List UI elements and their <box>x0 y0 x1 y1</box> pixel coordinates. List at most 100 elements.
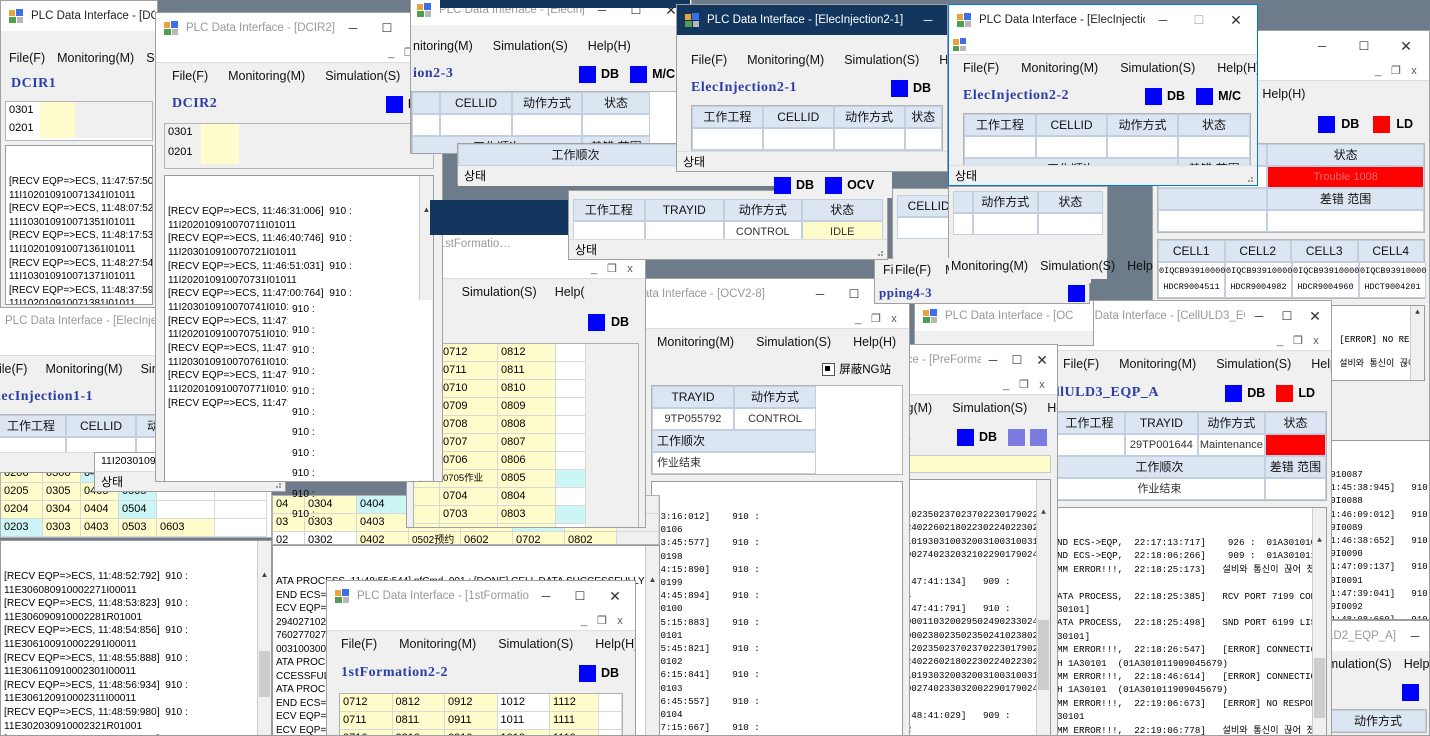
menu-item-monitoring[interactable]: Monitoring(M) <box>57 51 134 65</box>
menu-item-help[interactable]: Help(H) <box>595 637 635 651</box>
cell-empty[interactable] <box>617 532 659 544</box>
mdi-close[interactable]: x <box>1405 65 1423 77</box>
scroll-up-icon[interactable]: ▲ <box>1313 534 1326 547</box>
menu-item-file[interactable]: File(F) <box>172 69 208 83</box>
cell[interactable]: 0811 <box>392 712 445 730</box>
cell[interactable]: 0302 <box>43 537 81 538</box>
menu-item-help[interactable]: Help(H) <box>588 39 631 53</box>
cell-empty[interactable] <box>556 524 586 527</box>
window-controls[interactable]: ─ ☐ ✕ <box>1245 302 1329 330</box>
mdi-minimize[interactable]: _ <box>1369 65 1387 77</box>
cell[interactable]: 0204 <box>1 501 43 519</box>
menu-item-monitoring[interactable]: Monitoring(M) <box>399 637 476 651</box>
menu-item-file[interactable]: File(F) <box>9 51 45 65</box>
menu-item-monitoring[interactable]: Monitoring(M) <box>657 335 734 349</box>
cell[interactable]: 0809 <box>498 398 556 416</box>
mdi-close[interactable]: x <box>1033 379 1051 391</box>
maximize-button[interactable]: ☐ <box>1273 302 1301 330</box>
cell[interactable]: 0807 <box>498 434 556 452</box>
window-controls[interactable]: ─ ☐ ✕ <box>529 582 633 610</box>
cell[interactable]: 0804 <box>498 488 556 506</box>
menu-item-help[interactable]: Help(H) <box>1262 87 1305 101</box>
menu-bar[interactable]: File(F) Monitoring(M) Simulation(S) Help… <box>949 55 1257 81</box>
cell[interactable]: 0712 <box>340 694 393 712</box>
scroll-up-icon[interactable]: ▲ <box>1411 306 1424 319</box>
menu-bar[interactable]: nitoring(M) Simulation(S) Help(H) <box>411 33 691 59</box>
cell[interactable]: 0802 <box>498 524 556 527</box>
cell[interactable]: 0502 <box>119 537 157 538</box>
cell[interactable]: 0912 <box>445 694 498 712</box>
scroll-thumb[interactable] <box>259 651 270 697</box>
cell[interactable]: 1111 <box>550 712 599 730</box>
table-row[interactable]: 0710 0810 0910 1010 1110 <box>340 730 622 735</box>
menu-item-monitoring[interactable]: Monitoring(M) <box>45 362 122 376</box>
table-row[interactable]: 0707 0807 <box>414 434 638 452</box>
cell[interactable]: 0803 <box>498 506 556 524</box>
ocv-log-panel[interactable]: 43:16:012] 910 : :0106 43:45:577] 910 : … <box>651 481 903 735</box>
window-cellULD3[interactable]: PLC Data Interface - [CellULD3_EQP_A] ─ … <box>1038 300 1332 736</box>
cell-label[interactable]: 0301 <box>6 102 40 120</box>
menu-item-monitoring[interactable]: Monitoring(M) <box>1119 357 1196 371</box>
menu-item-file[interactable]: File(F) <box>341 637 377 651</box>
cell[interactable]: 0503 <box>119 519 157 537</box>
cell-value[interactable] <box>39 102 76 120</box>
table-row[interactable]: 0708 0808 <box>414 416 638 434</box>
cell[interactable]: 0808 <box>498 416 556 434</box>
cell-label[interactable]: 0201 <box>6 120 40 138</box>
cell[interactable]: 1112 <box>550 694 599 712</box>
cell[interactable]: 0603 <box>157 519 215 537</box>
mdi-close[interactable]: x <box>611 615 629 627</box>
cell[interactable]: 0710 <box>440 380 498 398</box>
cell[interactable]: 1110 <box>550 730 599 735</box>
table-row[interactable]: 0204 0304 0404 0504 <box>1 501 271 519</box>
menu-item-monitoring[interactable]: Monitoring(M) <box>1021 61 1098 75</box>
menu-item-simulation[interactable]: Simulation(S) <box>844 53 919 67</box>
cell-empty[interactable] <box>556 362 586 380</box>
menu-bar[interactable]: Monitoring(M) Simulation(S) Help <box>949 253 1153 279</box>
cell[interactable]: 0707 <box>440 434 498 452</box>
cell[interactable]: 02 <box>273 532 305 544</box>
menu-item-help[interactable]: Help(H) <box>1047 401 1057 415</box>
menu-item-file[interactable]: ile(F) <box>0 362 27 376</box>
table-row[interactable]: 0201 <box>165 144 433 164</box>
maximize-button[interactable]: ☐ <box>1181 6 1217 34</box>
checkbox-icon[interactable] <box>822 362 836 376</box>
cell-empty[interactable] <box>239 124 429 144</box>
cell-empty[interactable] <box>556 380 586 398</box>
maximize-button[interactable]: ☐ <box>563 582 597 610</box>
cell-value[interactable] <box>201 144 239 164</box>
minimize-button[interactable]: ─ <box>1145 6 1181 34</box>
scroll-up-icon[interactable]: ▲ <box>1037 506 1050 519</box>
cell[interactable]: 0504 <box>119 501 157 519</box>
menu-item-simulation[interactable]: Simulation(S) <box>1120 61 1195 75</box>
mdi-restore[interactable]: ❐ <box>1015 378 1033 391</box>
table-row[interactable]: 0712 0812 <box>414 344 638 362</box>
window-elecinjection23[interactable]: PLC Data Interface - [ElecInjection2-3] … <box>410 0 692 154</box>
maximize-button[interactable]: ☐ <box>1005 346 1029 374</box>
minimize-button[interactable]: ─ <box>1245 302 1273 330</box>
table-row[interactable]: 0711 0811 <box>414 362 638 380</box>
table-row[interactable]: 0704 0804 <box>414 488 638 506</box>
menu-item-simulation[interactable]: Simulation(S) <box>756 335 831 349</box>
cell[interactable]: 0806 <box>498 452 556 470</box>
table-row[interactable]: 02 0302 0402 0502预约 0602 0702 0802 <box>273 532 659 544</box>
cell[interactable]: 0702 <box>513 532 565 544</box>
formation-grid[interactable]: 0712 0812 0912 1012 1112 0711 0811 0911 … <box>339 693 623 735</box>
table-row[interactable]: 07020802 <box>414 524 638 527</box>
menu-item-simulation[interactable]: imulation(S) <box>1325 657 1392 671</box>
minimize-button[interactable]: ─ <box>529 582 563 610</box>
ng-checkbox[interactable]: 屏蔽NG站 <box>822 361 891 377</box>
resize-grip-icon[interactable] <box>1244 173 1254 183</box>
table-row[interactable]: 0202 0302 0402 0502 0602 <box>1 537 271 538</box>
mdi-restore[interactable]: ❐ <box>1289 334 1307 347</box>
cell[interactable]: 0709 <box>440 398 498 416</box>
mdi-minimize[interactable]: _ <box>575 615 593 627</box>
far-right-log-panel[interactable]: 0910087 11:45:38:945] 910 : 19I0088 11:4… <box>1322 440 1430 620</box>
cell-empty[interactable] <box>239 144 429 164</box>
menu-item-help[interactable]: Help <box>1127 259 1153 273</box>
cell[interactable]: 0202 <box>1 537 43 538</box>
menu-bar[interactable]: File(F) Monitoring(M) Simulation(S) Help… <box>1039 351 1331 377</box>
cell[interactable]: 0404 <box>81 501 119 519</box>
title-bar[interactable]: PLC Data Interface - [OC <box>915 301 1093 331</box>
cell-empty[interactable] <box>75 102 152 120</box>
